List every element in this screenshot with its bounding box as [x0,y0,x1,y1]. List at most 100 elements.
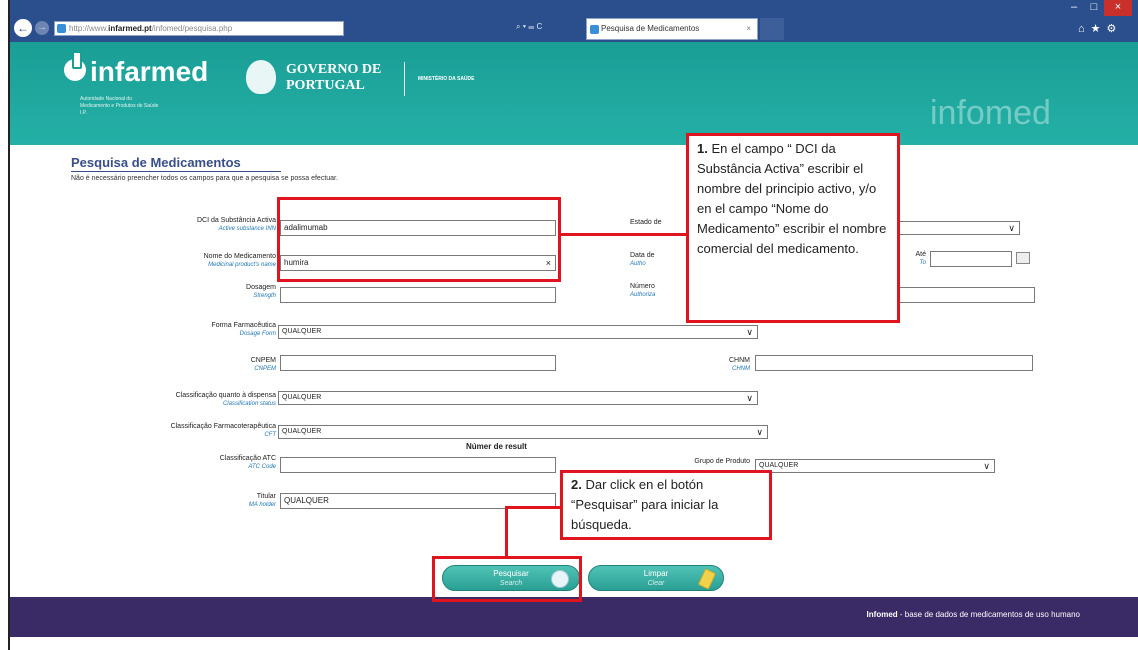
url-path: /infomed/pesquisa.php [151,24,233,33]
annotation-connector-1 [561,233,689,236]
calendar-icon[interactable] [1016,252,1030,264]
dci-label-en: Active substance INN [218,226,276,232]
maximize-icon[interactable]: □ [1084,0,1104,16]
site-favicon-icon [57,24,66,33]
annotation-highlight-search [432,556,582,602]
titular-label-pt: Titular [256,493,276,500]
chevron-down-icon: ∨ [746,327,753,337]
titular-label: Titular MA holder [106,493,276,509]
chevron-down-icon: ∨ [756,427,763,437]
clear-button[interactable]: Limpar Clear [588,565,724,591]
atc-label: Classificação ATC ATC Code [106,455,276,471]
address-bar[interactable]: http://www.infarmed.pt/infomed/pesquisa.… [54,21,344,36]
chevron-down-icon: ∨ [983,461,990,471]
dispensa-label: Classificação quanto à dispensa Classifi… [76,392,276,408]
toolbar-icons[interactable]: ⌂★⚙ [1078,22,1122,35]
callout2-text: Dar click en el botón “Pesquisar” para i… [571,477,719,532]
close-icon[interactable]: × [1104,0,1132,16]
results-count-label: Númer de result [466,442,527,451]
dispensa-select[interactable]: QUALQUER ∨ [278,391,758,405]
numero-label: Número Authoriza [630,283,690,299]
cnpem-label: CNPEM CNPEM [106,357,276,373]
tab-title: Pesquisa de Medicamentos [601,24,700,33]
brand-subtitle: Autoridade Nacional do Medicamento e Pro… [80,96,159,116]
callout2-number: 2. [571,477,582,492]
gov-line1: GOVERNO DE [286,62,382,77]
dosagem-input[interactable] [280,287,556,303]
callout1-text: En el campo “ DCI da Substância Activa” … [697,141,887,256]
chevron-down-icon: ∨ [746,393,753,403]
ate-label: Até To [906,251,926,267]
dci-label: DCI da Substância Activa Active substanc… [106,217,276,233]
dci-label-pt: DCI da Substância Activa [197,217,276,224]
ate-label-pt: Até [915,251,926,258]
annotation-connector-2h [505,506,563,509]
data-label: Data de Autho [630,252,690,268]
gov-line2: PORTUGAL [286,78,365,93]
data-label-pt: Data de [630,252,655,259]
brand-name[interactable]: infarmed [90,56,208,88]
farmaco-label: Classificação Farmacoterapêutica CFT [76,423,276,439]
government-logo-text: GOVERNO DE PORTUGAL [286,62,381,94]
dispensa-label-en: Classification status [222,401,276,407]
tab-close-icon[interactable]: × [746,19,751,39]
page-title: Pesquisa de Medicamentos [71,155,281,172]
estado-label: Estado de [630,219,662,226]
footer-text: Infomed - base de dados de medicamentos … [867,610,1080,619]
farmaco-label-en: CFT [264,432,276,438]
infarmed-logo-icon [64,51,86,81]
annotation-callout-2: 2. Dar click en el botón “Pesquisar” par… [560,470,772,540]
dispensa-value: QUALQUER [282,394,322,401]
numero-label-en: Authoriza [630,292,656,298]
forma-select[interactable]: QUALQUER ∨ [278,325,758,339]
callout1-number: 1. [697,141,708,156]
forma-value: QUALQUER [282,328,322,335]
new-tab-button[interactable] [760,18,784,40]
chnm-label-en: CHNM [732,366,750,372]
url-prefix: http://www. [69,24,109,33]
back-arrow-icon[interactable]: ← [14,19,32,37]
annotation-connector-2v [505,506,508,556]
tab-pesquisa[interactable]: Pesquisa de Medicamentos × [586,18,758,40]
annotation-highlight-inputs [277,197,561,282]
grupo-value: QUALQUER [759,462,799,469]
estado-select[interactable]: ∨ [890,221,1020,235]
browser-window: ← → http://www.infarmed.pt/infomed/pesqu… [8,0,1138,650]
titular-label-en: MA holder [248,502,276,508]
data-label-en: Autho [630,261,646,267]
tab-favicon-icon [590,25,599,34]
site-name: infomed [930,94,1051,132]
site-header: infarmed Autoridade Nacional do Medicame… [10,42,1138,145]
footer-brand: Infomed [866,610,898,619]
cnpem-input[interactable] [280,355,556,371]
forma-label-pt: Forma Farmacêutica [211,322,276,329]
url-domain: infarmed.pt [108,24,152,33]
dispensa-label-pt: Classificação quanto à dispensa [175,392,276,399]
footer-description: - base de dados de medicamentos de uso h… [897,610,1080,619]
forma-label-en: Dosage Form [239,331,276,337]
annotation-callout-1: 1. En el campo “ DCI da Substância Activ… [686,133,900,323]
site-footer: Infomed - base de dados de medicamentos … [10,597,1138,637]
minimize-icon[interactable]: – [1064,0,1084,16]
atc-input[interactable] [280,457,556,473]
page-note: Não é necessário preencher todos os camp… [71,175,338,182]
nome-label-pt: Nome do Medicamento [203,253,276,260]
chnm-input[interactable] [755,355,1033,371]
chevron-down-icon: ∨ [1008,223,1015,233]
atc-label-pt: Classificação ATC [219,455,276,462]
grupo-label: Grupo de Produto [694,458,750,465]
government-emblem-icon [246,60,276,94]
numero-input[interactable] [890,287,1035,303]
cnpem-label-en: CNPEM [254,366,276,372]
address-controls[interactable]: ⌕ ▾ ☰ C [516,22,542,32]
chnm-label: CHNM CHNM [690,357,750,373]
cnpem-label-pt: CNPEM [250,357,276,364]
date-to-input[interactable] [930,251,1012,267]
dosagem-label-pt: Dosagem [246,284,276,291]
header-divider [404,62,405,96]
dosagem-label: Dosagem Strength [106,284,276,300]
farmaco-select[interactable]: QUALQUER ∨ [278,425,768,439]
forward-arrow-icon[interactable]: → [35,21,49,35]
grupo-select[interactable]: QUALQUER ∨ [755,459,995,473]
nome-label: Nome do Medicamento Medicinal product's … [106,253,276,269]
